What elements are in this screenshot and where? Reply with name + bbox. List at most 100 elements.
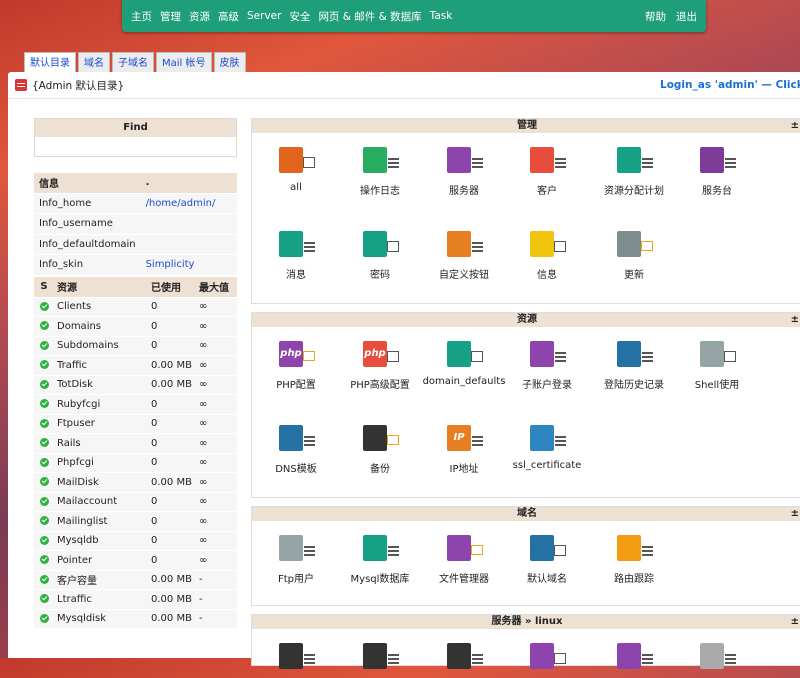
- nav-admin[interactable]: 管理: [156, 9, 185, 24]
- login-as-link[interactable]: Login_as 'admin' — Click_he: [660, 79, 800, 91]
- resource-max: ∞: [196, 433, 237, 454]
- check-icon: [39, 360, 49, 370]
- nav-security[interactable]: 安全: [285, 9, 314, 24]
- icon-glyph: php: [364, 348, 386, 359]
- nav-right-group: 帮助 退出: [640, 9, 706, 24]
- tile-server-icon[interactable]: 服务器: [420, 145, 508, 197]
- icon-body: [363, 643, 387, 669]
- server-icon: [359, 641, 401, 673]
- tile-label: 子账户登录: [522, 380, 572, 391]
- icon-badge: [303, 241, 316, 253]
- home-path-link[interactable]: /home/admin/: [146, 198, 216, 209]
- tab-skin[interactable]: 皮肤: [213, 52, 246, 73]
- section-title: 管理: [517, 120, 537, 131]
- tab-mail-account[interactable]: Mail 帐号: [156, 52, 212, 73]
- section-toggle-button[interactable]: ±: [791, 615, 799, 629]
- section-toggle-button[interactable]: ±: [791, 119, 799, 133]
- icon-body: [530, 231, 554, 257]
- tile-login-history-icon[interactable]: 登陆历史记录: [590, 339, 678, 391]
- tile-ftp-user-icon[interactable]: Ftp用户: [252, 533, 340, 585]
- tile-default-domain-icon[interactable]: 默认域名: [503, 533, 591, 585]
- tile-ticket-icon[interactable]: 服务台: [673, 145, 761, 197]
- nav-task[interactable]: Task: [426, 10, 457, 22]
- find-input-area[interactable]: [35, 137, 236, 156]
- icon-body: [447, 535, 471, 561]
- tile-label: 操作日志: [360, 186, 400, 197]
- resource-row: 客户容量 0.00 MB -: [34, 570, 237, 590]
- tile-subaccount-login-icon[interactable]: 子账户登录: [503, 339, 591, 391]
- check-icon: [39, 340, 49, 350]
- tile-server-icon[interactable]: [590, 641, 678, 678]
- resource-row: Rails 0 ∞: [34, 433, 237, 454]
- tile-backup-icon[interactable]: 备份: [336, 423, 424, 475]
- tile-password-icon[interactable]: 密码: [336, 229, 424, 281]
- tile-label: 服务器: [449, 186, 479, 197]
- status-cell: [34, 550, 54, 571]
- tile-php-advanced-icon[interactable]: php PHP高级配置: [336, 339, 424, 391]
- nav-advanced[interactable]: 高级: [214, 9, 243, 24]
- tile-mysql-icon[interactable]: Mysql数据库: [336, 533, 424, 585]
- section-toggle-button[interactable]: ±: [791, 507, 799, 521]
- tile-message-icon[interactable]: 消息: [252, 229, 340, 281]
- nav-web-mail-db[interactable]: 网页 & 邮件 & 数据库: [314, 9, 425, 24]
- icon-body: [617, 147, 641, 173]
- col-used: 已使用: [148, 276, 196, 298]
- tile-custom-button-icon[interactable]: 自定义按钮: [420, 229, 508, 281]
- tab-default-directory[interactable]: 默认目录: [24, 52, 76, 73]
- tile-ssl-icon[interactable]: ssl_certificate: [503, 423, 591, 471]
- info-row: Info_username: [34, 213, 237, 235]
- icon-body: [530, 535, 554, 561]
- icon-badge: [724, 653, 737, 665]
- server-icon: [696, 641, 738, 673]
- nav-server[interactable]: Server: [243, 10, 285, 22]
- subaccount-login-icon: [526, 339, 568, 371]
- tab-subdomain[interactable]: 子域名: [112, 52, 154, 73]
- icon-body: [363, 425, 387, 451]
- status-cell: [34, 609, 54, 629]
- resource-max: ∞: [196, 375, 237, 395]
- tile-server-icon[interactable]: [673, 641, 761, 678]
- icon-body: [279, 147, 303, 173]
- resource-used: 0: [148, 394, 196, 415]
- nav-resource[interactable]: 资源: [185, 9, 214, 24]
- resource-used: 0: [148, 531, 196, 551]
- icon-body: [447, 147, 471, 173]
- tile-server-icon[interactable]: [420, 641, 508, 678]
- status-cell: [34, 394, 54, 415]
- tile-users-icon[interactable]: all: [252, 145, 340, 193]
- tile-server-icon[interactable]: [336, 641, 424, 678]
- tile-server-icon[interactable]: [503, 641, 591, 678]
- tab-domain[interactable]: 域名: [78, 52, 110, 73]
- nav-logout[interactable]: 退出: [671, 9, 702, 24]
- nav-help[interactable]: 帮助: [640, 9, 671, 24]
- tile-php-icon[interactable]: php PHP配置: [252, 339, 340, 391]
- info-row: Info_defaultdomain: [34, 234, 237, 255]
- skin-link[interactable]: Simplicity: [146, 259, 195, 270]
- status-cell: [34, 433, 54, 454]
- icon-body: [617, 231, 641, 257]
- tile-log-icon[interactable]: 操作日志: [336, 145, 424, 197]
- tile-dns-icon[interactable]: DNS模板: [252, 423, 340, 475]
- tile-domain-defaults-icon[interactable]: domain_defaults: [420, 339, 508, 387]
- tile-info-icon[interactable]: 信息: [503, 229, 591, 281]
- tile-server-icon[interactable]: [252, 641, 340, 678]
- section-toggle-button[interactable]: ±: [791, 313, 799, 327]
- log-icon: [359, 145, 401, 177]
- tile-traceroute-icon[interactable]: 路由跟踪: [590, 533, 678, 585]
- icon-badge: [641, 653, 654, 665]
- tile-file-manager-icon[interactable]: 文件管理器: [420, 533, 508, 585]
- resource-max: ∞: [196, 511, 237, 532]
- tile-ip-icon[interactable]: IP IP地址: [420, 423, 508, 475]
- find-label[interactable]: Find: [35, 119, 236, 137]
- traceroute-icon: [613, 533, 655, 565]
- find-box: Find: [34, 118, 237, 157]
- nav-home[interactable]: 主页: [127, 9, 156, 24]
- section-header: 服务器 » linux ±: [252, 615, 800, 629]
- check-icon: [39, 321, 49, 331]
- tile-client-icon[interactable]: 客户: [503, 145, 591, 197]
- icon-badge: [387, 545, 400, 557]
- tile-plan-icon[interactable]: 资源分配计划: [590, 145, 678, 197]
- tile-update-icon[interactable]: 更新: [590, 229, 678, 281]
- resource-row: MailDisk 0.00 MB ∞: [34, 472, 237, 493]
- tile-shell-icon[interactable]: Shell使用: [673, 339, 761, 391]
